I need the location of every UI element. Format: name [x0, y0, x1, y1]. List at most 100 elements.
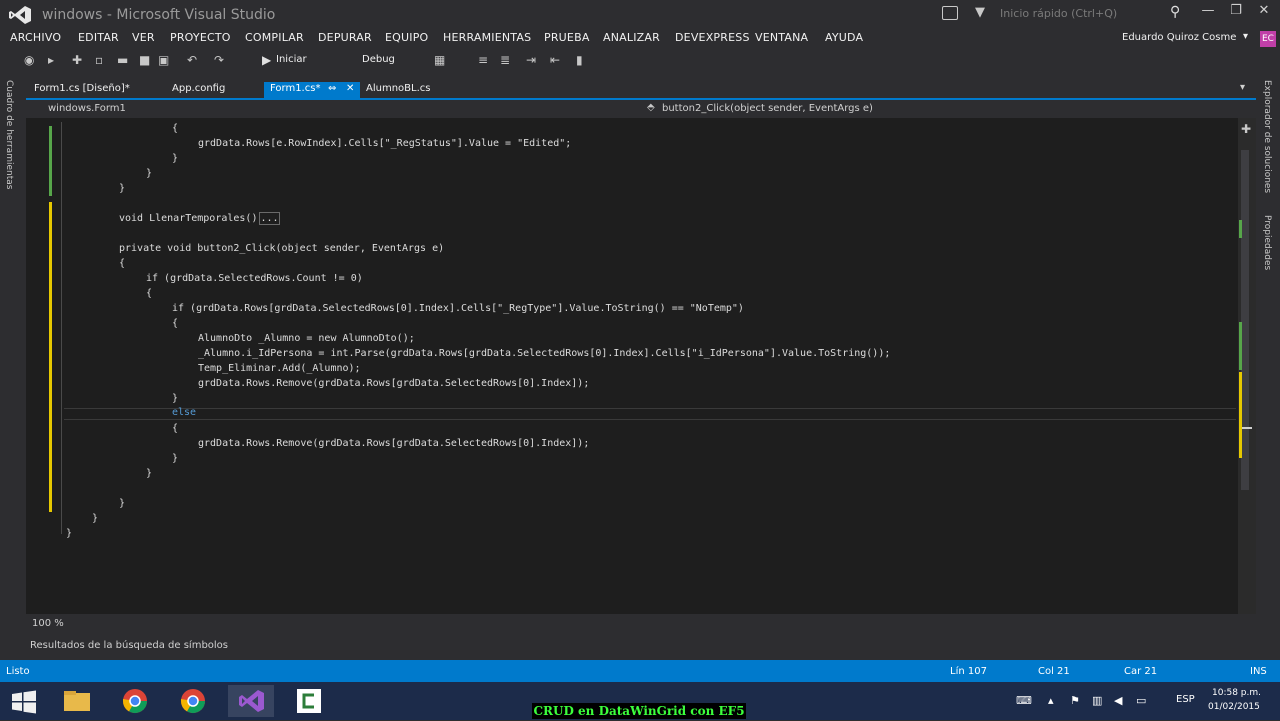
- code-line[interactable]: grdData.Rows.Remove(grdData.Rows[grdData…: [198, 438, 589, 449]
- code-line[interactable]: grdData.Rows.Remove(grdData.Rows[grdData…: [198, 378, 589, 389]
- undo-icon[interactable]: ↶: [187, 53, 197, 67]
- code-line[interactable]: _Alumno.i_IdPersona = int.Parse(grdData.…: [198, 348, 890, 359]
- back-icon[interactable]: ◉: [24, 53, 34, 67]
- redo-icon[interactable]: ↷: [214, 53, 224, 67]
- menu-proyecto[interactable]: PROYECTO: [170, 31, 231, 44]
- close-button[interactable]: ✕: [1252, 3, 1276, 23]
- code-line[interactable]: AlumnoDto _Alumno = new AlumnoDto();: [198, 333, 415, 344]
- menu-ventana[interactable]: VENTANA: [755, 31, 808, 44]
- solution-explorer-tab[interactable]: Explorador de soluciones: [1262, 80, 1272, 193]
- bookmark-icon[interactable]: ▮: [576, 53, 583, 67]
- language-indicator[interactable]: ESP: [1176, 694, 1195, 705]
- search-icon[interactable]: ⚲: [1170, 4, 1180, 20]
- new-project-icon[interactable]: ✚: [72, 53, 82, 67]
- menu-prueba[interactable]: PRUEBA: [544, 31, 590, 44]
- menu-analizar[interactable]: ANALIZAR: [603, 31, 660, 44]
- restore-button[interactable]: ❐: [1224, 3, 1248, 23]
- menu-depurar[interactable]: DEPURAR: [318, 31, 372, 44]
- chevron-down-icon[interactable]: ▾: [1243, 31, 1248, 42]
- code-line[interactable]: Temp_Eliminar.Add(_Alumno);: [198, 363, 361, 374]
- build-config-icon[interactable]: ▦: [434, 53, 445, 67]
- menu-equipo[interactable]: EQUIPO: [385, 31, 428, 44]
- code-line[interactable]: {: [172, 123, 178, 134]
- code-line[interactable]: }: [172, 453, 178, 464]
- tab-overflow-icon[interactable]: ▾: [1240, 82, 1245, 93]
- code-line[interactable]: }: [146, 168, 152, 179]
- quick-launch-input[interactable]: Inicio rápido (Ctrl+Q): [1000, 7, 1160, 20]
- menu-devexpress[interactable]: DEVEXPRESS: [675, 31, 750, 44]
- menu-ayuda[interactable]: AYUDA: [825, 31, 863, 44]
- code-line[interactable]: void LlenarTemporales()...: [119, 212, 280, 225]
- code-line[interactable]: }: [92, 513, 98, 524]
- clock-time[interactable]: 10:58 p.m.: [1212, 688, 1261, 698]
- flag-icon[interactable]: ⚑: [1070, 694, 1080, 707]
- power-icon[interactable]: ▭: [1136, 694, 1146, 707]
- pin-icon[interactable]: ⇔: [328, 83, 336, 94]
- member-dropdown[interactable]: button2_Click(object sender, EventArgs e…: [662, 103, 873, 114]
- new-item-icon[interactable]: ▫: [95, 53, 103, 67]
- code-line[interactable]: }: [172, 393, 178, 404]
- toolbox-tab[interactable]: Cuadro de herramientas: [4, 80, 14, 189]
- tab-symbol-search-results[interactable]: Resultados de la búsqueda de símbolos: [30, 640, 228, 651]
- open-folder-icon[interactable]: ▬: [117, 53, 128, 67]
- save-icon[interactable]: ■: [139, 53, 150, 67]
- play-icon[interactable]: ▶: [262, 53, 271, 67]
- code-line[interactable]: {: [119, 258, 125, 269]
- code-line[interactable]: if (grdData.SelectedRows.Count != 0): [146, 273, 363, 284]
- clock-date[interactable]: 01/02/2015: [1208, 702, 1260, 712]
- menu-editar[interactable]: EDITAR: [78, 31, 119, 44]
- code-line[interactable]: private void button2_Click(object sender…: [119, 243, 444, 254]
- split-window-icon[interactable]: ✚: [1241, 122, 1251, 136]
- scrollbar-thumb[interactable]: [1241, 150, 1249, 490]
- keyboard-icon[interactable]: ⌨: [1016, 694, 1032, 707]
- user-name[interactable]: Eduardo Quiroz Cosme: [1122, 32, 1236, 43]
- code-line[interactable]: }: [172, 153, 178, 164]
- code-line[interactable]: grdData.Rows[e.RowIndex].Cells["_RegStat…: [198, 138, 571, 149]
- properties-tab[interactable]: Propiedades: [1262, 215, 1272, 270]
- visual-studio-taskbar-icon[interactable]: [228, 685, 274, 717]
- chrome-icon[interactable]: [170, 685, 216, 717]
- tab-form1-designer[interactable]: Form1.cs [Diseño]*: [28, 82, 136, 98]
- indent-icon[interactable]: ⇥: [526, 53, 536, 67]
- code-line[interactable]: if (grdData.Rows[grdData.SelectedRows[0]…: [172, 303, 744, 314]
- volume-icon[interactable]: ◀: [1114, 694, 1122, 707]
- uncomment-icon[interactable]: ≣: [500, 53, 510, 67]
- code-line[interactable]: }: [146, 468, 152, 479]
- collapsed-region[interactable]: ...: [259, 212, 280, 225]
- notification-icon[interactable]: [942, 6, 958, 20]
- close-tab-icon[interactable]: ✕: [346, 83, 354, 94]
- code-line[interactable]: }: [66, 528, 72, 539]
- tab-alumnobl[interactable]: AlumnoBL.cs: [360, 82, 436, 98]
- file-explorer-icon[interactable]: [54, 685, 100, 717]
- menu-archivo[interactable]: ARCHIVO: [10, 31, 61, 44]
- forward-icon[interactable]: ▸: [48, 53, 54, 67]
- avatar[interactable]: EC: [1260, 31, 1276, 47]
- menu-ver[interactable]: VER: [132, 31, 155, 44]
- code-line[interactable]: {: [172, 318, 178, 329]
- code-line[interactable]: }: [119, 498, 125, 509]
- outdent-icon[interactable]: ⇤: [550, 53, 560, 67]
- comment-icon[interactable]: ≡: [478, 53, 488, 67]
- chrome-icon[interactable]: [112, 685, 158, 717]
- code-line[interactable]: {: [172, 423, 178, 434]
- class-dropdown[interactable]: windows.Form1: [48, 103, 126, 114]
- menu-compilar[interactable]: COMPILAR: [245, 31, 304, 44]
- start-button[interactable]: Iniciar: [276, 54, 307, 65]
- solution-config-select[interactable]: Debug: [362, 54, 395, 65]
- code-line[interactable]: else: [172, 407, 196, 418]
- tray-arrow-icon[interactable]: ▴: [1048, 694, 1054, 707]
- tab-app-config[interactable]: App.config: [166, 82, 231, 98]
- menu-herramientas[interactable]: HERRAMIENTAS: [443, 31, 531, 44]
- save-all-icon[interactable]: ▣: [158, 53, 169, 67]
- menu-bar: ARCHIVO EDITAR VER PROYECTO COMPILAR DEP…: [0, 30, 1280, 48]
- windows-start-icon[interactable]: [10, 690, 38, 714]
- code-line[interactable]: {: [146, 288, 152, 299]
- zoom-select[interactable]: 100 %: [32, 618, 64, 629]
- minimize-button[interactable]: —: [1196, 3, 1220, 23]
- network-icon[interactable]: ▥: [1092, 694, 1102, 707]
- camtasia-icon[interactable]: [286, 685, 332, 717]
- tab-form1-cs[interactable]: Form1.cs* ⇔ ✕: [264, 82, 360, 98]
- navigation-bar: [26, 98, 1256, 118]
- feedback-filter-icon[interactable]: ▼: [975, 5, 985, 20]
- code-line[interactable]: }: [119, 183, 125, 194]
